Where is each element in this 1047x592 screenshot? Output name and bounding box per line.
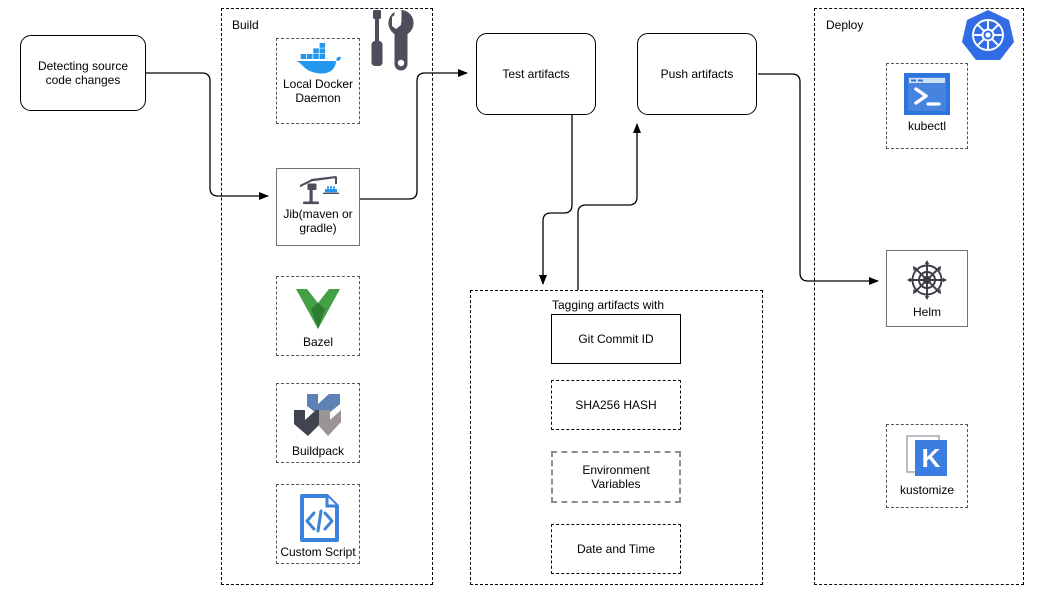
tagging-item-environment-variables-label: Environment Variables bbox=[582, 463, 650, 491]
build-tool-local-docker-daemon-label: Local Docker Daemon bbox=[282, 77, 354, 105]
deploy-tool-kubectl-label: kubectl bbox=[907, 119, 947, 133]
stage-test-artifacts[interactable]: Test artifacts bbox=[476, 33, 596, 115]
build-tool-custom-script[interactable]: Custom Script bbox=[276, 484, 360, 564]
container-build-label: Build bbox=[232, 18, 259, 32]
tagging-item-git-commit-id[interactable]: Git Commit ID bbox=[551, 314, 681, 364]
stage-push-artifacts[interactable]: Push artifacts bbox=[637, 33, 757, 115]
screwdriver-wrench-icon bbox=[368, 8, 416, 76]
svg-text:K: K bbox=[922, 443, 941, 473]
detecting-source-code-changes-label: Detecting source code changes bbox=[37, 59, 129, 87]
kubernetes-logo-icon bbox=[960, 8, 1016, 64]
build-tool-buildpack[interactable]: Buildpack bbox=[276, 383, 360, 463]
detecting-source-code-changes-node[interactable]: Detecting source code changes bbox=[20, 35, 146, 111]
deploy-tool-kustomize-label: kustomize bbox=[899, 483, 955, 497]
stage-push-artifacts-label: Push artifacts bbox=[660, 67, 734, 81]
deploy-tool-helm-label: Helm bbox=[912, 305, 941, 319]
docker-whale-icon bbox=[295, 43, 341, 75]
build-tool-jib[interactable]: Jib(maven or gradle) bbox=[276, 168, 360, 246]
tagging-item-git-commit-id-label: Git Commit ID bbox=[578, 332, 654, 346]
bazel-leaf-icon bbox=[293, 285, 343, 333]
kustomize-k-icon: K bbox=[903, 433, 951, 481]
terminal-icon bbox=[902, 71, 952, 117]
buildpack-chevrons-icon bbox=[292, 392, 344, 442]
edge-tagging-to-push-artifacts bbox=[577, 123, 641, 290]
edge-test-artifacts-to-tagging bbox=[539, 115, 573, 285]
stage-test-artifacts-label: Test artifacts bbox=[502, 67, 570, 81]
ship-wheel-icon bbox=[904, 259, 950, 303]
build-tool-local-docker-daemon[interactable]: Local Docker Daemon bbox=[276, 38, 360, 124]
tagging-item-environment-variables[interactable]: Environment Variables bbox=[551, 451, 681, 503]
deploy-tool-helm[interactable]: Helm bbox=[886, 250, 968, 327]
build-tool-bazel-label: Bazel bbox=[302, 335, 334, 349]
build-tool-bazel[interactable]: Bazel bbox=[276, 276, 360, 356]
tagging-item-date-and-time[interactable]: Date and Time bbox=[551, 524, 681, 574]
build-tool-buildpack-label: Buildpack bbox=[291, 444, 345, 458]
deploy-tool-kubectl[interactable]: kubectl bbox=[886, 63, 968, 149]
container-deploy-label: Deploy bbox=[826, 18, 864, 32]
build-tool-jib-label: Jib(maven or gradle) bbox=[283, 207, 353, 235]
container-tagging-label: Tagging artifacts with bbox=[552, 298, 665, 312]
tagging-item-date-and-time-label: Date and Time bbox=[576, 542, 656, 556]
diagram-canvas: Build Tagging artifacts with Deploy Dete… bbox=[0, 0, 1047, 592]
tagging-item-sha256-hash-label: SHA256 HASH bbox=[575, 398, 657, 412]
code-file-icon bbox=[294, 493, 342, 543]
crane-icon bbox=[294, 175, 342, 205]
deploy-tool-kustomize[interactable]: K kustomize bbox=[886, 424, 968, 508]
build-tool-custom-script-label: Custom Script bbox=[280, 545, 356, 559]
tagging-item-sha256-hash[interactable]: SHA256 HASH bbox=[551, 380, 681, 430]
